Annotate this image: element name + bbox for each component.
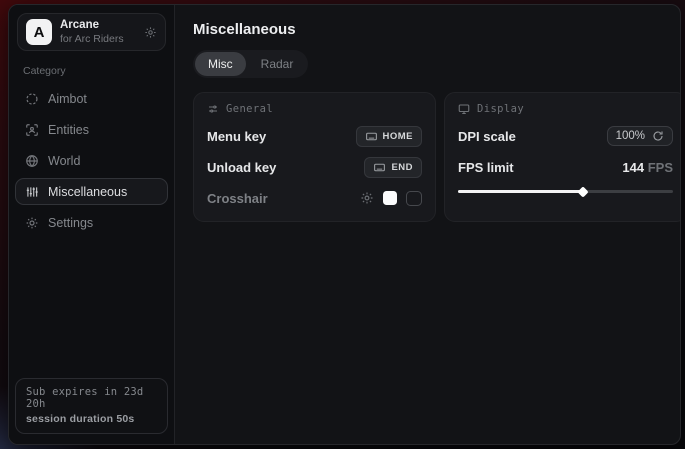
menu-key-bind-button[interactable]: HOME [356, 126, 423, 147]
unload-key-row: Unload key END [207, 157, 422, 177]
crosshair-icon [25, 92, 39, 106]
keyboard-icon [373, 161, 386, 174]
card-title: General [226, 103, 273, 115]
fps-limit-row: FPS limit 144 FPS [458, 157, 673, 177]
sidebar: A Arcane for Arc Riders Category Aimbot [9, 5, 175, 444]
app-name: Arcane [60, 19, 136, 32]
fps-limit-slider[interactable] [458, 186, 673, 196]
app-logo-card: A Arcane for Arc Riders [17, 13, 166, 51]
app-identity: Arcane for Arc Riders [60, 19, 136, 44]
crosshair-row: Crosshair [207, 188, 422, 208]
fps-limit-label: FPS limit [458, 160, 514, 175]
page-title: Miscellaneous [193, 21, 681, 38]
sidebar-item-entities[interactable]: Entities [15, 116, 168, 143]
keyboard-icon [365, 130, 378, 143]
unload-key-label: Unload key [207, 160, 276, 175]
sidebar-nav: Aimbot Entities World Miscellaneous [15, 85, 168, 236]
dpi-scale-label: DPI scale [458, 129, 516, 144]
sidebar-item-label: Settings [48, 216, 93, 230]
crosshair-color-swatch[interactable] [383, 191, 397, 205]
slider-fill [458, 190, 583, 193]
crosshair-settings-gear-icon[interactable] [360, 191, 374, 205]
sidebar-item-world[interactable]: World [15, 147, 168, 174]
entities-scan-icon [25, 123, 39, 137]
general-card: General Menu key HOME Unload key [193, 92, 436, 222]
sub-expiry-text: Sub expires in 23d 20h [26, 386, 157, 410]
menu-key-label: Menu key [207, 129, 266, 144]
monitor-icon [458, 103, 470, 115]
dpi-scale-selector[interactable]: 100% [607, 126, 673, 146]
sidebar-item-aimbot[interactable]: Aimbot [15, 85, 168, 112]
sidebar-item-label: Miscellaneous [48, 185, 127, 199]
subscription-status-card: Sub expires in 23d 20h session duration … [15, 378, 168, 434]
app-window: A Arcane for Arc Riders Category Aimbot [8, 4, 681, 445]
menu-key-row: Menu key HOME [207, 126, 422, 146]
crosshair-label: Crosshair [207, 191, 268, 206]
card-title: Display [477, 103, 524, 115]
fps-unit: FPS [648, 160, 673, 175]
tab-bar: Misc Radar [193, 50, 308, 78]
dpi-scale-row: DPI scale 100% [458, 126, 673, 146]
display-card: Display DPI scale 100% FPS limit 144 [444, 92, 681, 222]
fps-limit-value: 144 FPS [622, 160, 673, 175]
unload-key-value: END [391, 162, 413, 173]
sidebar-item-label: World [48, 154, 80, 168]
unload-key-bind-button[interactable]: END [364, 157, 422, 178]
app-subtitle: for Arc Riders [60, 33, 136, 45]
session-duration-text: session duration 50s [26, 413, 157, 425]
sidebar-item-miscellaneous[interactable]: Miscellaneous [15, 178, 168, 205]
slider-thumb[interactable] [577, 186, 588, 197]
sidebar-item-settings[interactable]: Settings [15, 209, 168, 236]
gear-icon [25, 216, 39, 230]
app-logo: A [26, 19, 52, 45]
sliders-icon [207, 103, 219, 115]
tab-misc[interactable]: Misc [195, 52, 246, 76]
crosshair-checkbox[interactable] [406, 191, 422, 206]
sidebar-item-label: Aimbot [48, 92, 87, 106]
dpi-scale-value: 100% [616, 130, 645, 142]
general-card-header: General [207, 103, 422, 115]
tab-radar[interactable]: Radar [248, 52, 307, 76]
gear-icon[interactable] [144, 26, 157, 39]
sliders-grid-icon [25, 185, 39, 199]
menu-key-value: HOME [383, 131, 414, 142]
main-panel: Miscellaneous Misc Radar General Menu ke… [175, 5, 681, 444]
sidebar-item-label: Entities [48, 123, 89, 137]
cycle-refresh-icon [652, 130, 664, 142]
globe-icon [25, 154, 39, 168]
category-label: Category [23, 65, 160, 77]
display-card-header: Display [458, 103, 673, 115]
